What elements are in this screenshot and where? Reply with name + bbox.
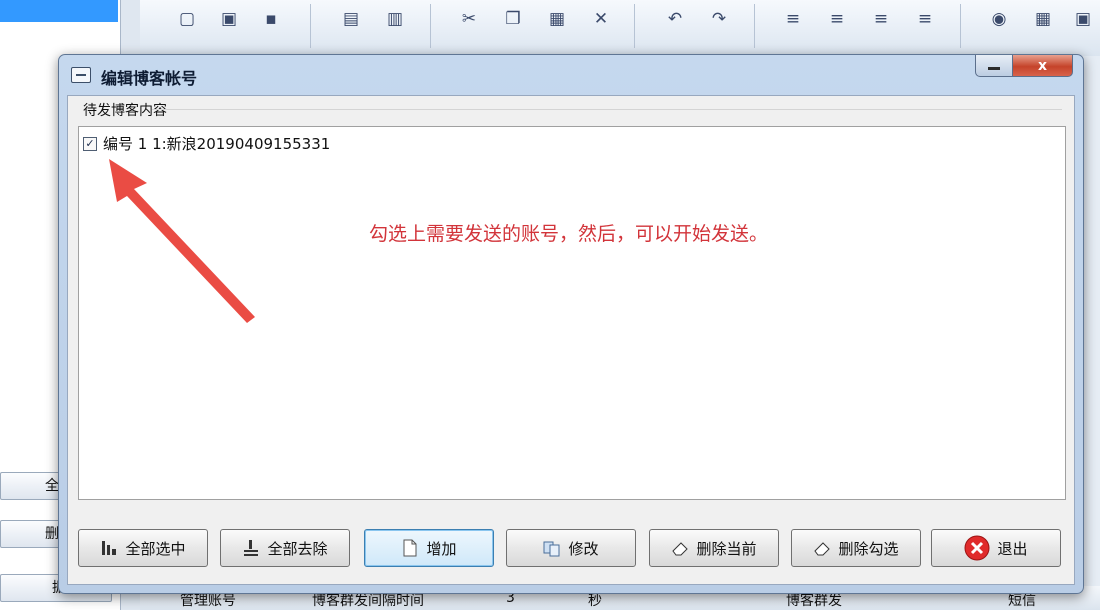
print-icon[interactable]: ▤ <box>338 6 364 32</box>
paste-icon[interactable]: ▦ <box>544 6 570 32</box>
new-document-icon <box>401 539 419 557</box>
window-menu-icon[interactable] <box>71 67 91 83</box>
web-icon[interactable]: ◉ <box>986 6 1012 32</box>
edit-copy-icon <box>543 539 561 557</box>
open-folder-icon[interactable]: ▣ <box>216 6 242 32</box>
delete-icon[interactable]: ✕ <box>588 6 614 32</box>
group-divider <box>152 109 1062 110</box>
instruction-annotation: 勾选上需要发送的账号，然后，可以开始发送。 <box>369 223 769 245</box>
button-row: 全部选中 全部去除 增加 修改 删除当前 删除勾选 退出 <box>78 529 1068 569</box>
copy-icon[interactable]: ❐ <box>500 6 526 32</box>
close-circle-icon <box>964 535 990 561</box>
eraser-icon <box>671 539 689 557</box>
eraser-icon <box>813 539 831 557</box>
align-right-icon[interactable]: ≡ <box>912 6 938 32</box>
window-title: 编辑博客帐号 <box>101 69 198 88</box>
image-icon[interactable]: ▣ <box>1070 6 1096 32</box>
new-file-icon[interactable]: ▢ <box>174 6 200 32</box>
dialog-content: 待发博客内容 ✓ 编号 1 1:新浪20190409155331 勾选上需要发送… <box>67 95 1075 585</box>
delete-checked-button[interactable]: 删除勾选 <box>791 529 921 567</box>
redo-icon[interactable]: ↷ <box>706 6 732 32</box>
background-selected-row[interactable] <box>0 0 118 22</box>
minimize-icon <box>988 67 1000 70</box>
edit-blog-account-dialog: 编辑博客帐号 x 待发博客内容 ✓ 编号 1 1:新浪2019040915533… <box>58 54 1084 594</box>
cut-icon[interactable]: ✂ <box>456 6 482 32</box>
select-all-button[interactable]: 全部选中 <box>78 529 208 567</box>
close-icon: x <box>1037 57 1048 74</box>
delete-current-button[interactable]: 删除当前 <box>649 529 779 567</box>
align-center-icon[interactable]: ≡ <box>868 6 894 32</box>
align-justify-icon[interactable]: ≡ <box>780 6 806 32</box>
minimize-button[interactable] <box>975 55 1013 77</box>
table-icon[interactable]: ▦ <box>1030 6 1056 32</box>
print-preview-icon[interactable]: ▥ <box>382 6 408 32</box>
red-arrow-annotation <box>109 159 255 323</box>
group-label: 待发博客内容 <box>83 103 167 119</box>
title-bar[interactable]: 编辑博客帐号 x <box>59 55 1083 95</box>
account-list[interactable]: ✓ 编号 1 1:新浪20190409155331 勾选上需要发送的账号，然后，… <box>78 126 1066 500</box>
exit-button[interactable]: 退出 <box>931 529 1061 567</box>
select-all-icon <box>100 539 118 557</box>
undo-icon[interactable]: ↶ <box>662 6 688 32</box>
deselect-all-icon <box>242 539 260 557</box>
add-button[interactable]: 增加 <box>364 529 494 567</box>
background-toolbar: ▢ ▣ ▪ ▤ ▥ ✂ ❐ ▦ ✕ ↶ ↷ ≡ ≡ ≡ ≡ ◉ ▦ ▣ <box>140 0 1100 57</box>
close-button[interactable]: x <box>1013 55 1073 77</box>
align-left-icon[interactable]: ≡ <box>824 6 850 32</box>
deselect-all-button[interactable]: 全部去除 <box>220 529 350 567</box>
modify-button[interactable]: 修改 <box>506 529 636 567</box>
save-icon[interactable]: ▪ <box>258 6 284 32</box>
